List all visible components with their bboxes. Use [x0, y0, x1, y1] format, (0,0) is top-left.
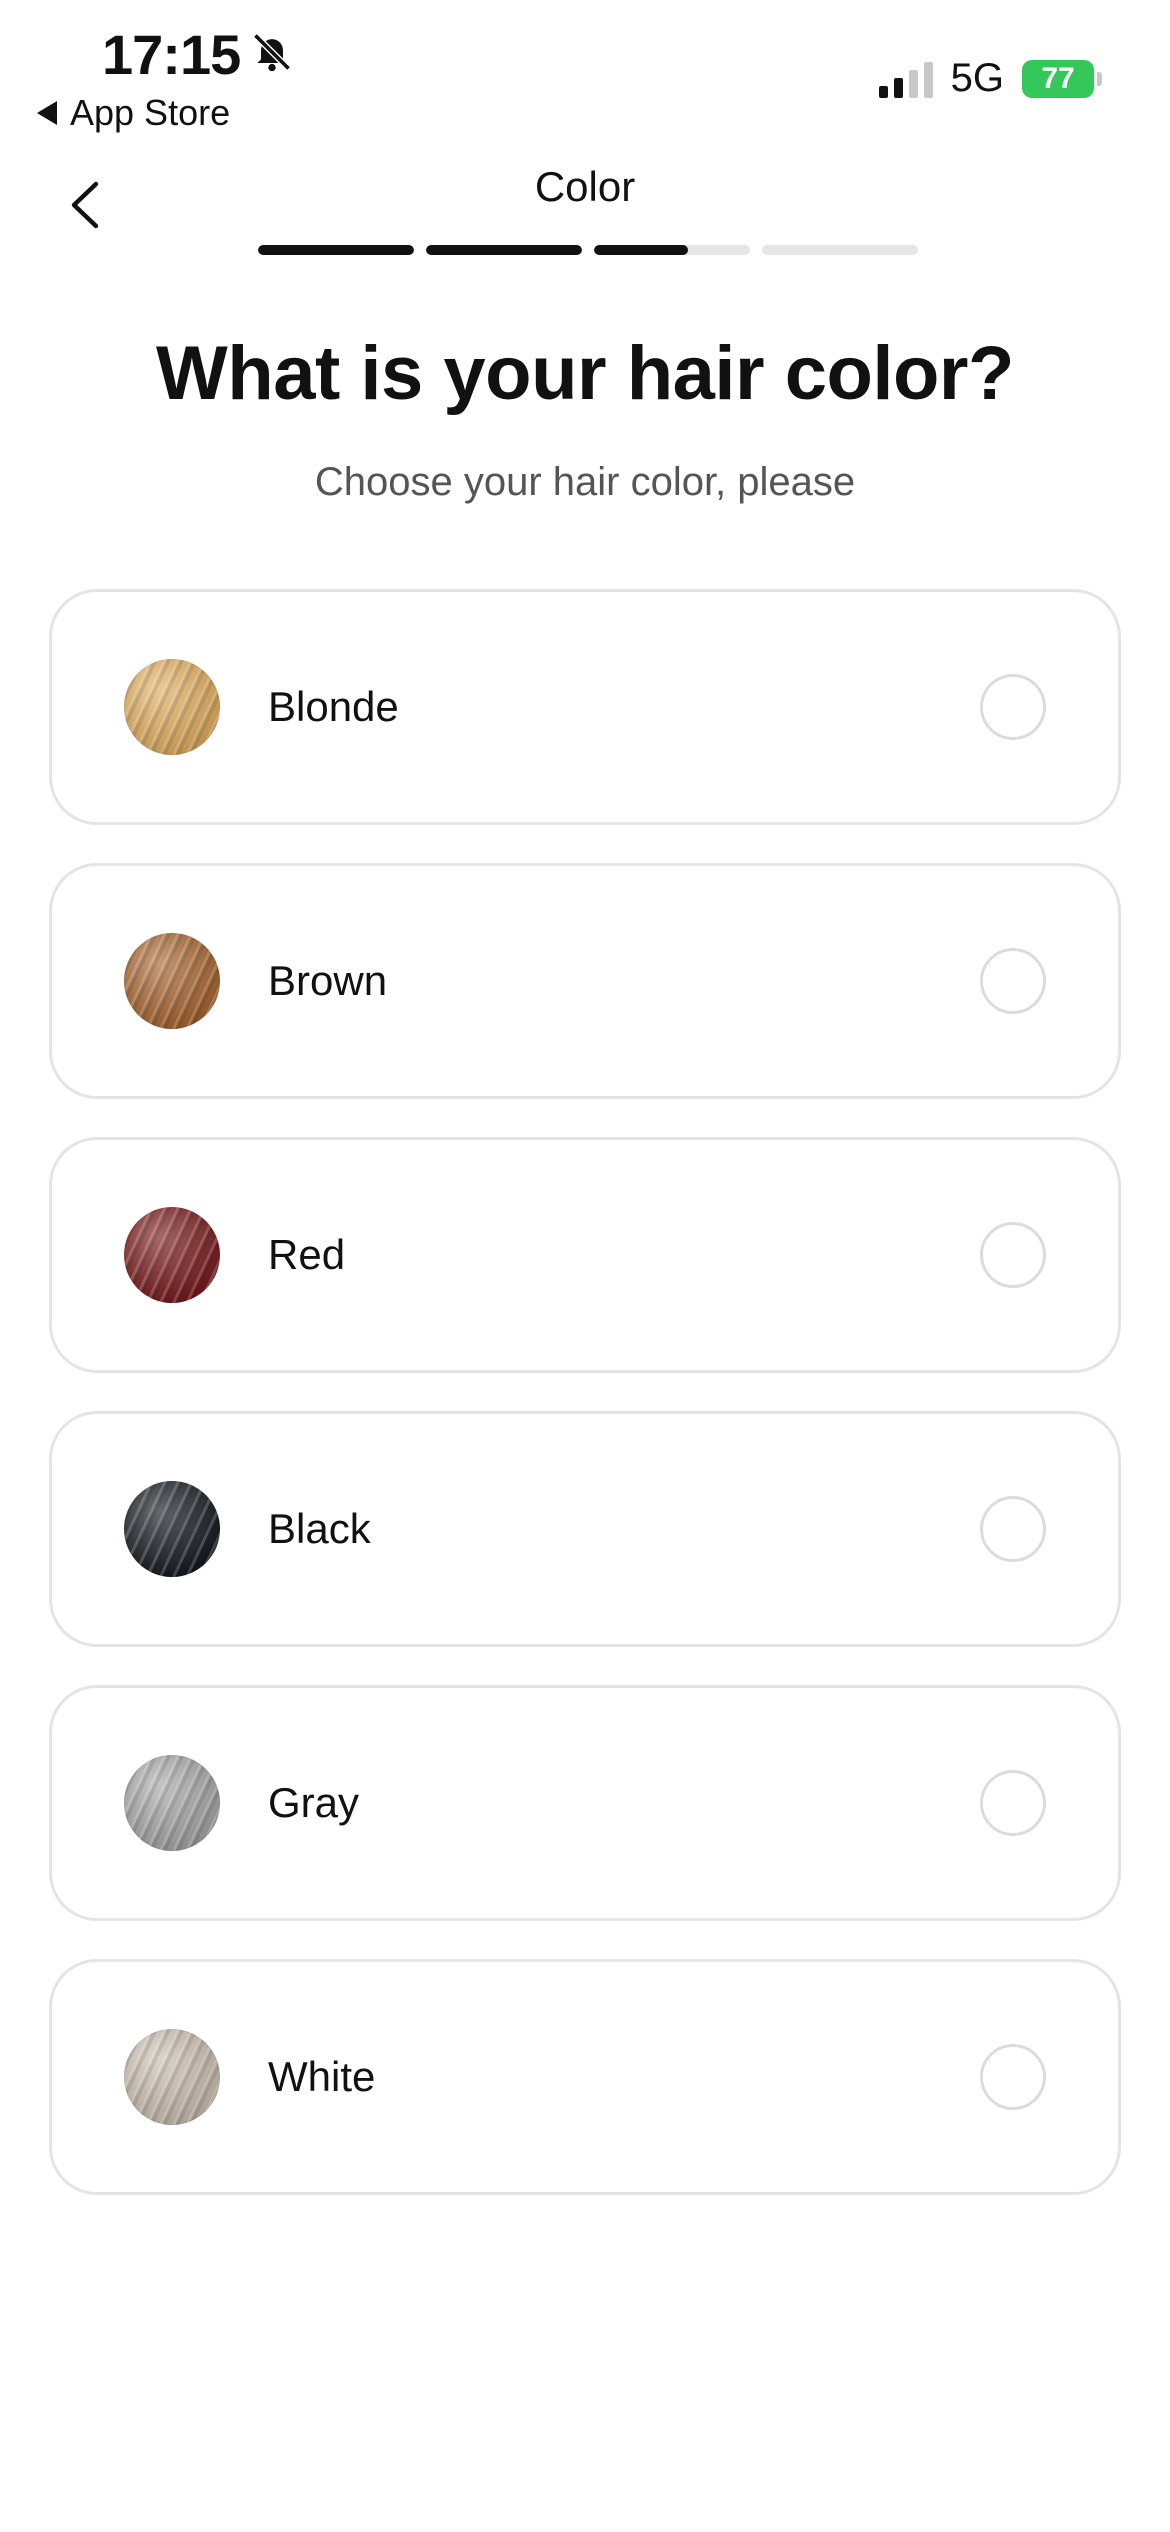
question-subheading: Choose your hair color, please: [314, 460, 856, 504]
hair-swatch-icon: [124, 1207, 220, 1303]
option-label: Blonde: [268, 683, 399, 730]
back-app-label: App Store: [70, 92, 231, 133]
progress-segment-fill: [258, 245, 414, 255]
radio-button[interactable]: [980, 1222, 1046, 1288]
hair-swatch-icon: [124, 659, 220, 755]
progress-segment: [594, 245, 750, 255]
radio-button[interactable]: [980, 948, 1046, 1014]
battery-level: 77: [1041, 61, 1075, 95]
progress-segment: [762, 245, 918, 255]
hair-swatch-icon: [124, 1481, 220, 1577]
option-gray[interactable]: Gray: [49, 1685, 1121, 1921]
option-blonde[interactable]: Blonde: [49, 589, 1121, 825]
option-label: Gray: [268, 1779, 360, 1826]
hair-swatch-icon: [124, 1755, 220, 1851]
radio-button[interactable]: [980, 1770, 1046, 1836]
option-black[interactable]: Black: [49, 1411, 1121, 1647]
radio-button[interactable]: [980, 1496, 1046, 1562]
option-label: Black: [268, 1505, 371, 1552]
status-time: 17:15: [102, 22, 294, 87]
progress-segment-fill: [594, 245, 688, 255]
option-label: Brown: [268, 957, 388, 1004]
radio-button[interactable]: [980, 2044, 1046, 2110]
option-white[interactable]: White: [49, 1959, 1121, 2195]
option-label: Red: [268, 1231, 346, 1278]
battery-icon: 77: [1022, 59, 1102, 98]
progress-segment: [258, 245, 414, 255]
progress-segment-fill: [426, 245, 582, 255]
hair-swatch-icon: [124, 933, 220, 1029]
option-red[interactable]: Red: [49, 1137, 1121, 1373]
signal-icon: [878, 60, 933, 98]
status-time-text: 17:15: [102, 23, 241, 86]
option-label: White: [268, 2053, 376, 2100]
option-brown[interactable]: Brown: [49, 863, 1121, 1099]
page-title: Color: [534, 163, 636, 210]
status-indicators: 5G 77: [878, 56, 1102, 101]
hair-color-options: Blonde Brown Red Black Gray White: [49, 589, 1121, 2195]
bell-slash-icon: [250, 22, 294, 87]
hair-swatch-icon: [124, 2029, 220, 2125]
progress-bar: [258, 245, 918, 255]
back-to-app-store[interactable]: App Store: [36, 92, 230, 134]
progress-segment: [426, 245, 582, 255]
back-triangle-icon: [36, 92, 58, 134]
radio-button[interactable]: [980, 674, 1046, 740]
question-heading: What is your hair color?: [156, 331, 1014, 416]
network-type: 5G: [950, 56, 1004, 100]
